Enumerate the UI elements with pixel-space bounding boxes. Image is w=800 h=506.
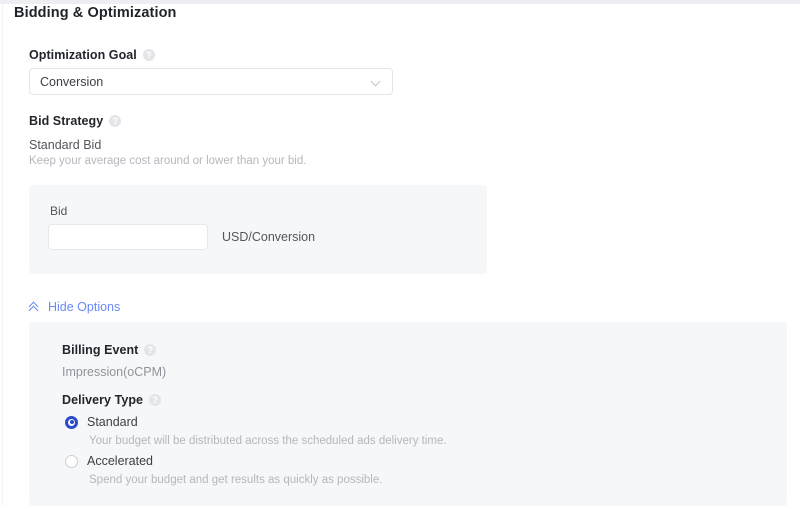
advanced-options-panel: Billing Event ? Impression(oCPM) Deliver… (29, 322, 787, 506)
delivery-type-standard-description: Your budget will be distributed across t… (89, 435, 447, 447)
chevron-down-icon (372, 77, 382, 87)
page-title: Bidding & Optimization (14, 5, 177, 21)
optimization-goal-select[interactable]: Conversion (29, 68, 393, 95)
help-circle-icon[interactable]: ? (149, 394, 162, 406)
delivery-type-option-standard[interactable]: Standard (65, 415, 138, 429)
delivery-type-accelerated-label: Accelerated (87, 454, 154, 468)
left-divider (2, 4, 3, 506)
billing-event-label: Billing Event (62, 343, 139, 357)
bid-strategy-name: Standard Bid (29, 138, 102, 152)
optimization-goal-label: Optimization Goal (29, 48, 137, 62)
bid-strategy-description: Keep your average cost around or lower t… (29, 155, 307, 167)
bid-strategy-label: Bid Strategy (29, 114, 104, 128)
bid-input[interactable] (48, 224, 208, 250)
radio-accelerated-icon[interactable] (65, 454, 78, 468)
double-chevron-up-icon (29, 302, 40, 313)
radio-standard-icon[interactable] (65, 415, 78, 429)
optimization-goal-label-row: Optimization Goal ? (29, 48, 155, 62)
bid-strategy-label-row: Bid Strategy ? (29, 114, 122, 128)
bid-panel: Bid USD/Conversion (29, 185, 487, 274)
hide-options-toggle[interactable]: Hide Options (29, 300, 120, 314)
delivery-type-standard-label: Standard (87, 415, 138, 429)
help-circle-icon[interactable]: ? (142, 49, 155, 61)
bid-input-label: Bid (50, 204, 68, 218)
help-circle-icon[interactable]: ? (109, 115, 122, 127)
optimization-goal-value: Conversion (40, 74, 104, 89)
billing-event-label-row: Billing Event ? (62, 343, 157, 357)
help-circle-icon[interactable]: ? (144, 344, 157, 356)
delivery-type-label-row: Delivery Type ? (62, 393, 162, 407)
delivery-type-label: Delivery Type (62, 393, 144, 407)
top-divider (0, 0, 800, 4)
delivery-type-accelerated-description: Spend your budget and get results as qui… (89, 474, 383, 486)
billing-event-value: Impression(oCPM) (62, 365, 167, 379)
bidding-optimization-screen: Bidding & Optimization Optimization Goal… (0, 0, 800, 506)
hide-options-label: Hide Options (48, 300, 121, 314)
delivery-type-option-accelerated[interactable]: Accelerated (65, 454, 153, 468)
bid-unit-label: USD/Conversion (222, 230, 316, 244)
